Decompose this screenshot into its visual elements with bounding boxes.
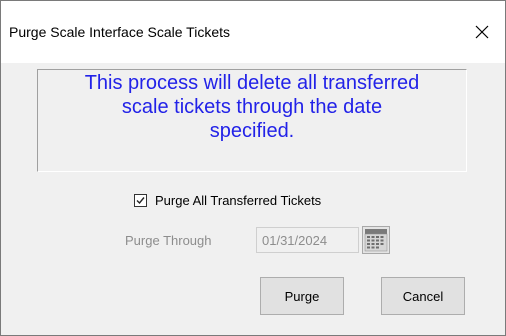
purge-dialog: Purge Scale Interface Scale Tickets This… [0,0,506,336]
close-button[interactable] [459,11,505,53]
close-icon [475,25,489,39]
calendar-button[interactable] [362,226,390,254]
message-line-1: This process will delete all transferred [84,72,420,94]
warning-message: This process will delete all transferred… [38,71,466,143]
cancel-button[interactable]: Cancel [381,277,465,315]
calendar-icon [362,226,390,254]
purge-through-label: Purge Through [125,233,212,248]
purge-all-checkbox[interactable] [134,193,147,207]
message-panel: This process will delete all transferred… [37,69,467,172]
purge-all-option[interactable]: Purge All Transferred Tickets [134,191,321,209]
checkmark-icon [136,196,145,204]
purge-through-date-field[interactable] [256,227,359,253]
title-bar: Purge Scale Interface Scale Tickets [1,1,505,63]
purge-all-label: Purge All Transferred Tickets [155,192,322,208]
message-line-2: scale tickets through the date [121,96,383,118]
window-title: Purge Scale Interface Scale Tickets [9,24,230,40]
purge-button[interactable]: Purge [260,277,344,315]
message-line-3: specified. [209,120,295,142]
